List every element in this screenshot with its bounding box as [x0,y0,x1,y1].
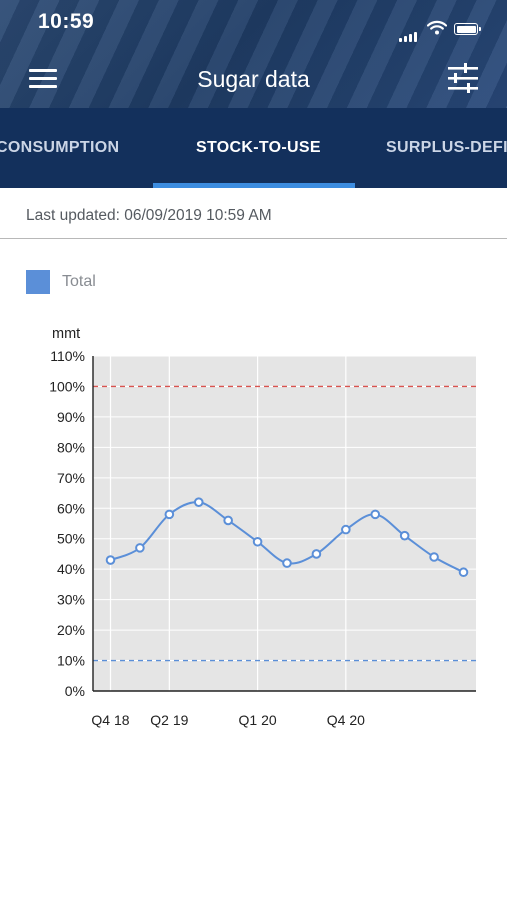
data-point [193,497,204,507]
data-point [223,515,233,526]
y-tick-label: 110% [50,348,85,364]
plot-background [93,356,476,691]
data-point [252,536,263,547]
status-bar: 10:59 [0,0,507,44]
legend-swatch-total [26,270,50,294]
y-tick-label: 70% [57,470,85,486]
x-tick-label: Q4 20 [327,712,365,728]
legend-label-total: Total [62,273,96,290]
data-point [370,509,381,520]
tab-consumption[interactable]: CONSUMPTION [0,108,119,188]
y-tick-label: 20% [57,622,85,638]
x-tick-label: Q2 19 [150,712,188,728]
y-tick-label: 50% [57,531,85,547]
data-point [105,555,116,565]
page-title: Sugar data [197,66,310,92]
data-point [429,552,439,562]
battery-icon [454,23,481,35]
stock-to-use-chart: 0% 10% 20% 30% 40% 50% 60% 70% 80% 90% 100% 110% Q4 … [49,326,476,728]
x-tick-label: Q1 20 [239,712,277,728]
y-tick-label: 90% [57,409,85,425]
filter-button[interactable] [446,62,484,96]
wifi-icon [426,20,448,40]
data-point [135,543,145,553]
cellular-signal-icon [399,24,419,42]
x-tick-label: Q4 18 [91,712,129,728]
app-header: 10:59 Sugar data [0,0,507,108]
last-updated-text: Last updated: 06/09/2019 10:59 AM [26,207,272,224]
tab-stock-to-use[interactable]: STOCK-TO-USE [196,108,321,188]
data-point [311,549,322,559]
data-point [458,567,469,578]
y-tick-label: 30% [57,592,85,608]
title-bar: Sugar data [0,50,507,108]
y-tick-label: 100% [49,378,85,394]
data-point [282,558,292,568]
data-point [164,509,175,520]
tab-bar: CONSUMPTION STOCK-TO-USE SURPLUS-DEFICIT [0,108,507,188]
y-tick-label: 80% [57,439,85,455]
tab-surplus-deficit[interactable]: SURPLUS-DEFICIT [386,108,507,188]
y-unit-label: mmt [52,326,80,342]
data-point [341,524,351,535]
y-tick-label: 60% [57,500,85,516]
y-tick-label: 40% [57,561,85,577]
sliders-icon [448,63,478,93]
data-point [399,530,410,541]
y-tick-label: 0% [65,683,85,699]
divider [0,238,507,239]
active-tab-indicator [153,183,355,188]
y-tick-label: 10% [57,653,85,669]
status-time: 10:59 [38,10,95,33]
